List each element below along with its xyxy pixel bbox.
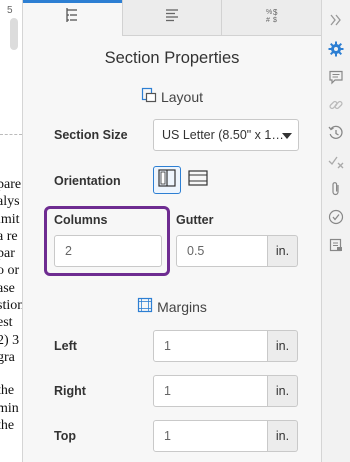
columns-input[interactable]: 2 xyxy=(54,235,162,267)
clipboard-icon[interactable] xyxy=(327,236,345,254)
document-page: 5 pare alys imit a re par o or ase stion… xyxy=(0,0,22,462)
svg-text:$: $ xyxy=(273,8,278,17)
checkmark-circle-icon[interactable] xyxy=(327,208,345,226)
fields-icon: % $ # $ xyxy=(263,6,281,29)
section-size-select[interactable]: US Letter (8.50" x 1… xyxy=(153,119,299,151)
right-sidebar xyxy=(322,0,350,462)
comment-icon[interactable] xyxy=(327,68,345,86)
gear-icon[interactable] xyxy=(327,40,345,58)
text-line: the xyxy=(0,417,15,433)
text-line: pare xyxy=(0,177,22,192)
margins-heading-text: Margins xyxy=(157,298,207,315)
margin-left-unit: in. xyxy=(268,330,298,362)
margins-heading: Margins xyxy=(23,297,321,316)
text-line: o or xyxy=(0,263,20,279)
columns-label: Columns xyxy=(54,213,108,227)
text-line: imit xyxy=(0,211,20,227)
text-line: est xyxy=(0,315,13,331)
gutter-unit: in. xyxy=(268,235,298,267)
text-line: ase xyxy=(0,280,15,296)
page-number: 5 xyxy=(7,5,13,16)
history-icon[interactable] xyxy=(327,124,345,142)
margin-right-label: Right xyxy=(54,384,86,398)
section-properties-panel: % $ # $ Section Properties Layout Sectio… xyxy=(22,0,322,462)
portrait-icon xyxy=(157,168,177,193)
svg-text:#: # xyxy=(266,17,270,24)
portrait-orientation-button[interactable] xyxy=(153,166,181,194)
check-x-icon[interactable] xyxy=(327,152,345,170)
svg-text:$: $ xyxy=(273,17,277,24)
collapse-chevrons-icon[interactable] xyxy=(327,11,345,29)
paperclip-icon[interactable] xyxy=(327,180,345,198)
tab-fields[interactable]: % $ # $ xyxy=(222,0,321,35)
margin-top-unit: in. xyxy=(268,420,298,452)
panel-title: Section Properties xyxy=(104,49,240,67)
text-line: a re xyxy=(0,228,18,244)
document-scrollbar[interactable] xyxy=(10,18,18,50)
panel-tabs: % $ # $ xyxy=(23,0,321,36)
text-line: alys xyxy=(0,194,20,210)
text-line: the xyxy=(0,383,15,399)
page-break-line xyxy=(0,134,22,135)
margin-top-label: Top xyxy=(54,429,76,443)
margin-right-value: 1 xyxy=(164,384,171,398)
text-line: gra xyxy=(0,349,15,365)
layout-heading-text: Layout xyxy=(160,88,204,105)
paragraph-align-icon xyxy=(164,8,180,27)
margin-right-unit: in. xyxy=(268,375,298,407)
margin-left-input[interactable]: 1 xyxy=(153,330,268,362)
orientation-label: Orientation xyxy=(54,174,121,188)
gutter-label: Gutter xyxy=(176,213,214,227)
tab-section-properties[interactable] xyxy=(23,0,123,36)
tab-paragraph[interactable] xyxy=(123,0,223,35)
text-line: 2) 3 xyxy=(0,332,20,348)
section-size-value: US Letter (8.50" x 1… xyxy=(162,128,284,142)
chevron-down-icon xyxy=(282,133,292,139)
layout-heading: Layout xyxy=(23,87,321,106)
margin-left-value: 1 xyxy=(164,339,171,353)
svg-text:%: % xyxy=(266,9,272,16)
columns-value: 2 xyxy=(65,244,72,258)
margin-right-input[interactable]: 1 xyxy=(153,375,268,407)
text-line: par xyxy=(0,246,15,262)
margin-top-value: 1 xyxy=(164,429,171,443)
document-text: pare alys imit a re par o or ase stion e… xyxy=(0,176,22,434)
margins-icon xyxy=(137,297,153,316)
link-icon[interactable] xyxy=(327,96,345,114)
landscape-icon xyxy=(187,168,209,193)
layout-icon xyxy=(141,87,157,106)
text-line: min xyxy=(0,400,19,416)
margin-left-label: Left xyxy=(54,339,77,353)
section-size-label: Section Size xyxy=(54,128,128,142)
gutter-input[interactable]: 0.5 xyxy=(176,235,268,267)
section-properties-icon xyxy=(64,7,80,28)
margin-top-input[interactable]: 1 xyxy=(153,420,268,452)
text-line: stion xyxy=(0,298,22,314)
landscape-orientation-button[interactable] xyxy=(184,166,212,194)
gutter-value: 0.5 xyxy=(187,244,205,258)
text-line xyxy=(0,366,22,382)
